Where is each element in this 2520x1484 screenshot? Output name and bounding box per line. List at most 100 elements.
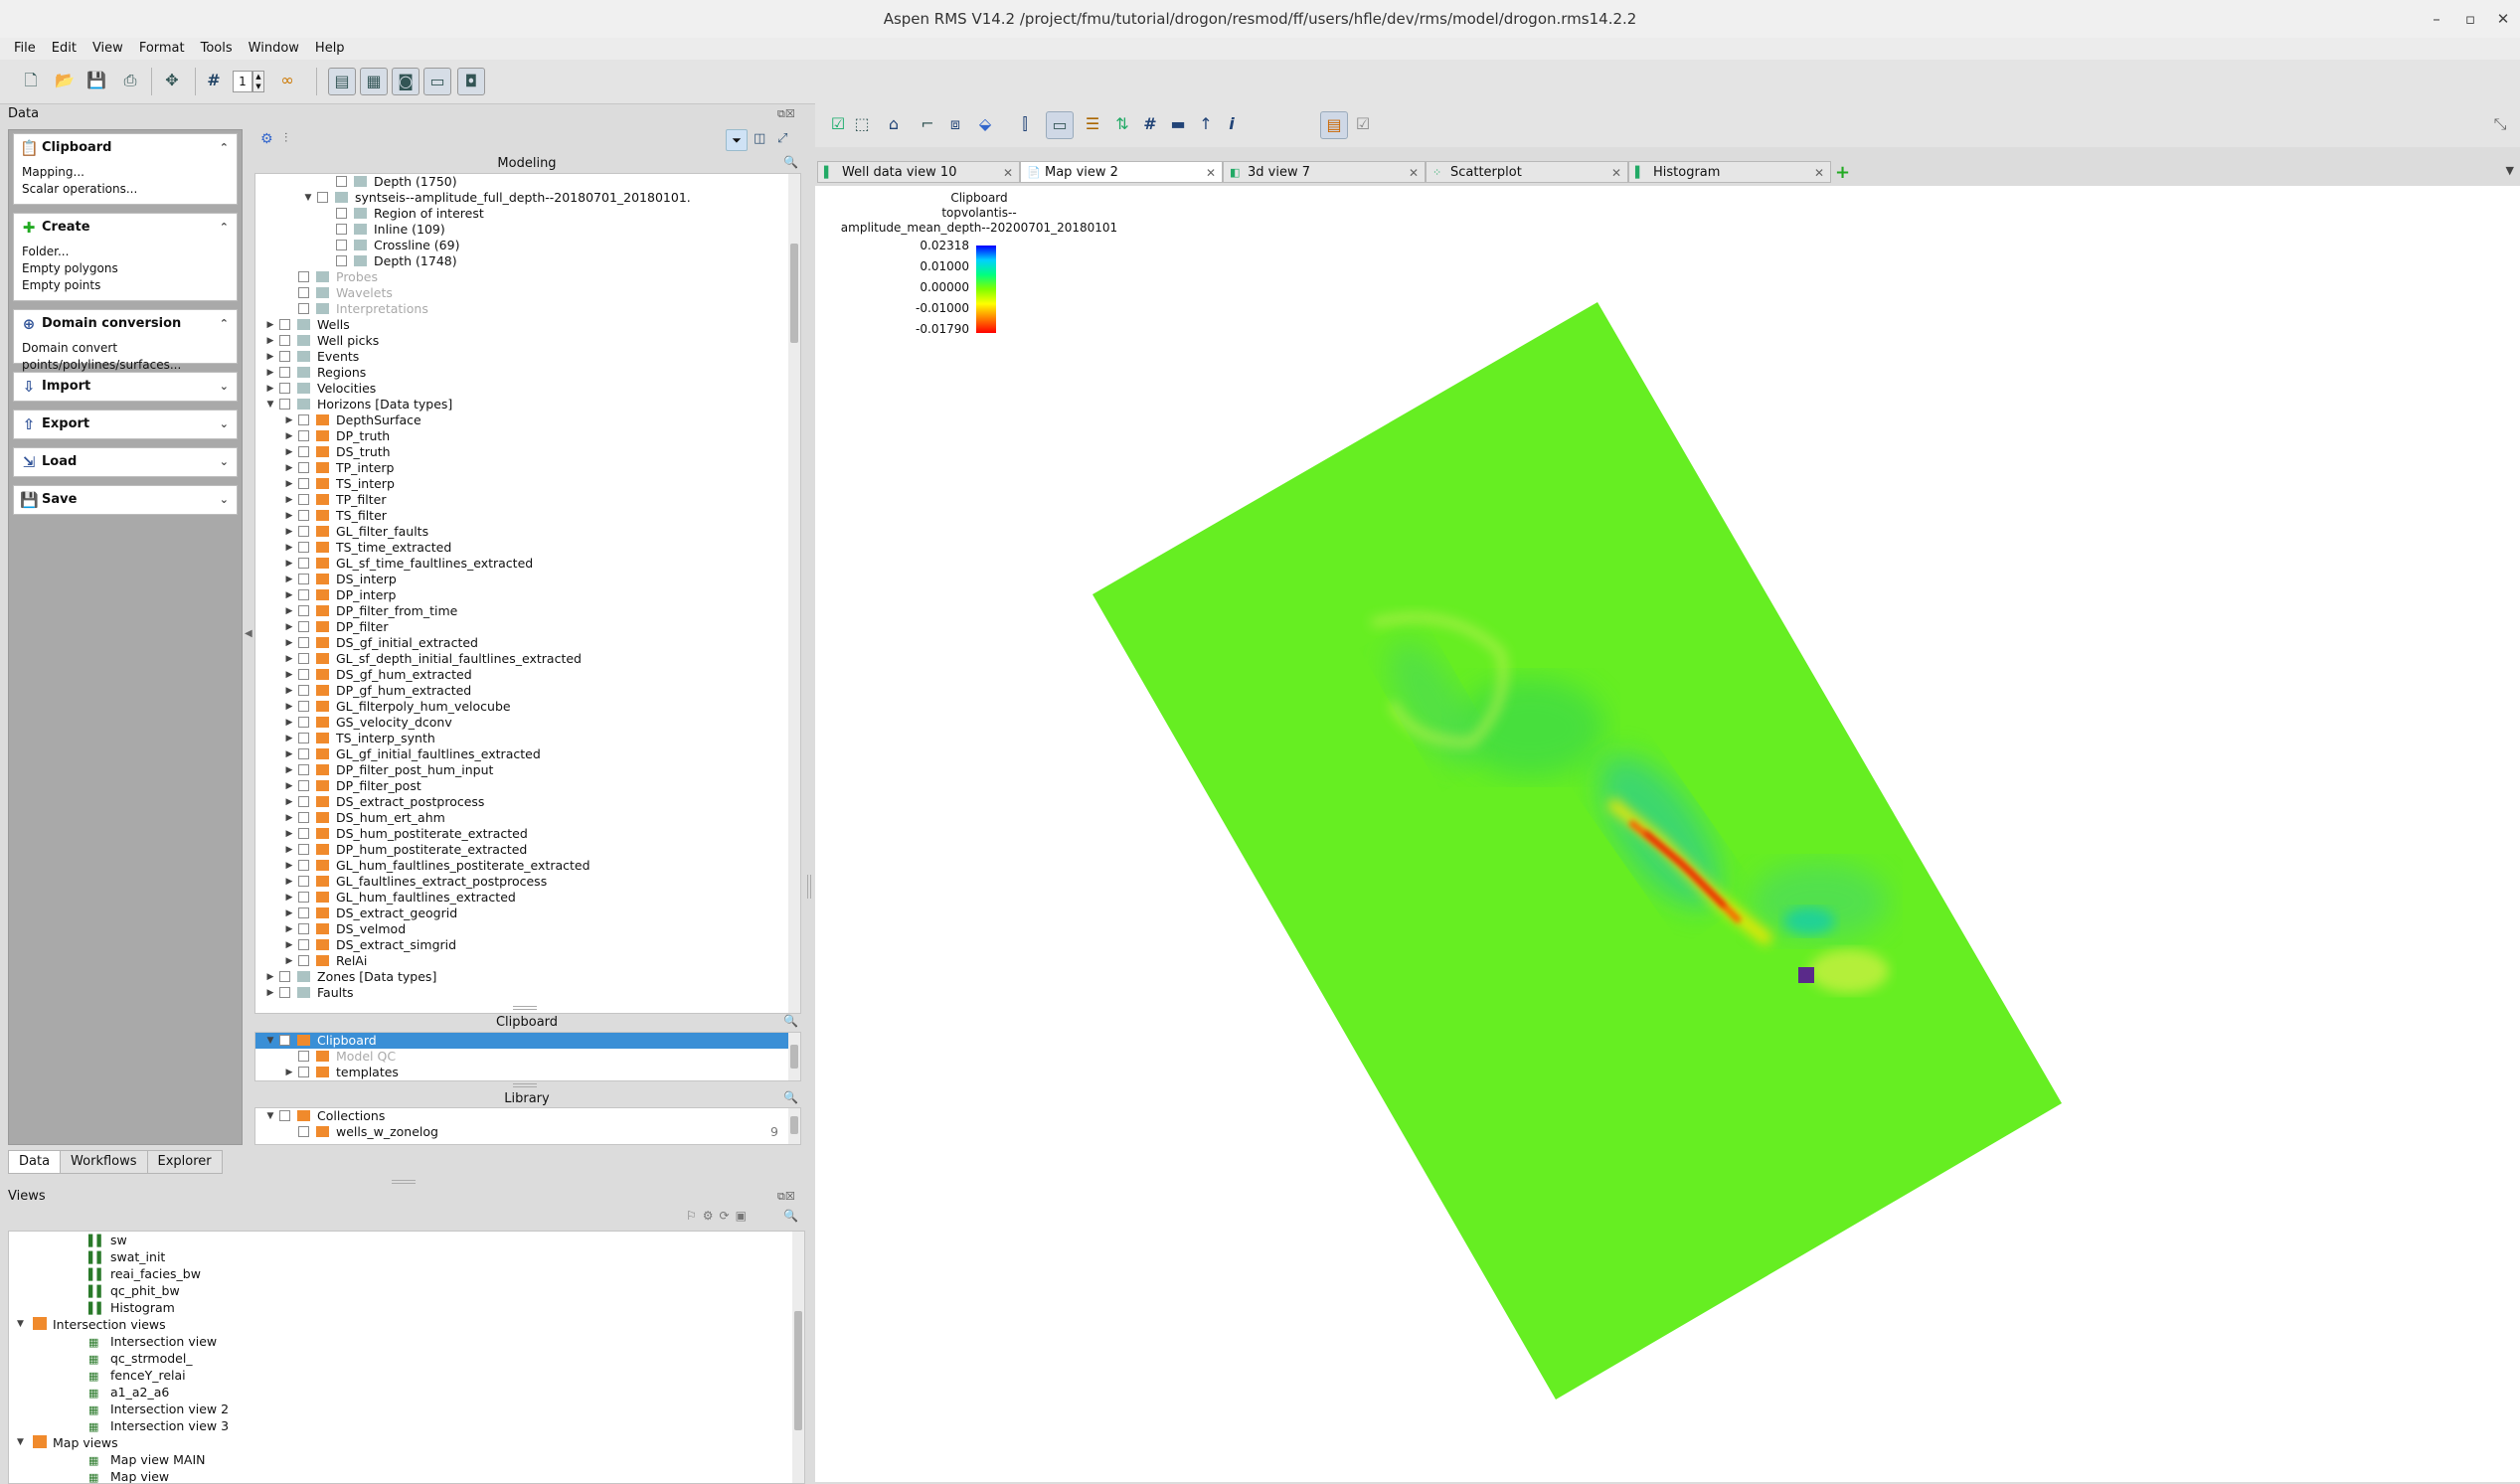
tree-row[interactable]: Model QC <box>255 1049 800 1065</box>
tree-row[interactable]: Wavelets <box>255 285 800 301</box>
visibility-checkbox[interactable] <box>298 303 309 314</box>
tree-row[interactable]: ▶ TS_filter <box>255 508 800 524</box>
view-row[interactable]: ▼ Map views <box>9 1434 804 1451</box>
expand-closed-icon[interactable]: ▶ <box>284 603 294 619</box>
visibility-checkbox[interactable] <box>298 939 309 950</box>
tree-row[interactable]: ▶ RelAi <box>255 953 800 969</box>
tree-row[interactable]: ▶ Faults <box>255 985 800 1001</box>
tree-row[interactable]: ▶ TP_interp <box>255 460 800 476</box>
window-layout-2-icon[interactable]: ▦ <box>360 68 388 95</box>
chevron-up-icon[interactable]: ⌃ <box>220 214 229 242</box>
zoom-region-icon[interactable]: ⬚ <box>849 111 875 137</box>
tree-row[interactable]: ▶ Wells <box>255 317 800 333</box>
task-header[interactable]: ⇩ Import ⌄ <box>14 373 237 401</box>
task-header[interactable]: 📋 Clipboard ⌃ <box>14 134 237 162</box>
visibility-checkbox[interactable] <box>298 907 309 918</box>
menu-file[interactable]: File <box>0 38 44 60</box>
view-row[interactable]: ▦ qc_strmodel_ <box>9 1350 804 1367</box>
visibility-checkbox[interactable] <box>298 542 309 553</box>
visibility-checkbox[interactable] <box>279 319 290 330</box>
tree-row[interactable]: ▶ DS_extract_geogrid <box>255 906 800 921</box>
task-header[interactable]: ⇲ Load ⌄ <box>14 448 237 476</box>
tree-row[interactable]: Region of interest <box>255 206 800 222</box>
expand-closed-icon[interactable]: ▶ <box>284 651 294 667</box>
expand-closed-icon[interactable]: ▶ <box>284 921 294 937</box>
save-file-icon[interactable]: 💾 <box>84 68 109 93</box>
window-layout-5-icon[interactable]: ◘ <box>457 68 485 95</box>
view-row[interactable]: ▦ a1_a2_a6 <box>9 1384 804 1401</box>
expand-open-icon[interactable]: ▼ <box>17 1434 24 1451</box>
view-row[interactable]: ▦ Intersection view 2 <box>9 1401 804 1417</box>
chevron-down-icon[interactable]: ⌄ <box>220 448 229 476</box>
scale-bar-icon[interactable]: ▬ <box>1165 111 1191 137</box>
tree-row[interactable]: ▶ GL_filter_faults <box>255 524 800 540</box>
view-row[interactable]: ▦ Map view MAIN <box>9 1451 804 1468</box>
expand-closed-icon[interactable]: ▶ <box>284 778 294 794</box>
tree-row[interactable]: ▶ GL_filterpoly_hum_velocube <box>255 699 800 715</box>
home-icon[interactable]: ⌂ <box>881 111 907 137</box>
tree-row[interactable]: ▶ DS_gf_initial_extracted <box>255 635 800 651</box>
expand-closed-icon[interactable]: ▶ <box>284 842 294 858</box>
frame-icon[interactable]: ⧈ <box>942 111 968 137</box>
view-row[interactable]: ▌▌ qc_phit_bw <box>9 1282 804 1299</box>
visibility-checkbox[interactable] <box>298 955 309 966</box>
chevron-down-icon[interactable]: ⌄ <box>220 486 229 514</box>
tree-row[interactable]: ▶ GS_velocity_dconv <box>255 715 800 731</box>
visibility-checkbox[interactable] <box>279 399 290 410</box>
task-action[interactable]: Scalar operations... <box>14 181 237 198</box>
clipboard-search-icon[interactable]: 🔍 <box>783 1014 798 1028</box>
print-icon[interactable]: ⎙ <box>117 68 143 93</box>
visibility-checkbox[interactable] <box>298 574 309 584</box>
close-tab-icon[interactable]: ✕ <box>1003 162 1013 184</box>
visibility-checkbox[interactable] <box>298 876 309 887</box>
visibility-checkbox[interactable] <box>298 1126 309 1137</box>
expand-closed-icon[interactable]: ▶ <box>284 937 294 953</box>
tree-row[interactable]: ▶ GL_gf_initial_faultlines_extracted <box>255 746 800 762</box>
task-action[interactable]: Mapping... <box>14 164 237 181</box>
tree-row[interactable]: ▶ Zones [Data types] <box>255 969 800 985</box>
task-action[interactable]: Empty points <box>14 277 237 294</box>
collapse-panel-icon[interactable]: ◀ <box>245 628 252 639</box>
tree-row[interactable]: ▶ GL_hum_faultlines_postiterate_extracted <box>255 858 800 874</box>
visibility-checkbox[interactable] <box>298 605 309 616</box>
view-row[interactable]: ▌▌ swat_init <box>9 1248 804 1265</box>
tree-row[interactable]: ▼ Horizons [Data types] <box>255 397 800 412</box>
expand-icon[interactable]: ⤢ <box>777 131 787 146</box>
tree-row[interactable]: wells_w_zonelog 9 <box>255 1124 800 1140</box>
chevron-down-icon[interactable]: ⌄ <box>220 373 229 401</box>
expand-open-icon[interactable]: ▼ <box>17 1316 24 1333</box>
visibility-checkbox[interactable] <box>336 255 347 266</box>
task-header[interactable]: 💾 Save ⌄ <box>14 486 237 514</box>
expand-closed-icon[interactable]: ▶ <box>265 349 275 365</box>
visibility-checkbox[interactable] <box>298 796 309 807</box>
tree-row[interactable]: ▶ DP_filter <box>255 619 800 635</box>
task-action[interactable]: Domain convert points/polylines/surfaces… <box>14 340 237 374</box>
expand-closed-icon[interactable]: ▶ <box>284 412 294 428</box>
visibility-checkbox[interactable] <box>279 367 290 378</box>
view-row[interactable]: ▌▌ Histogram <box>9 1299 804 1316</box>
new-file-icon[interactable]: 🗋 <box>18 68 44 93</box>
tree-row[interactable]: ▶ Regions <box>255 365 800 381</box>
expand-closed-icon[interactable]: ▶ <box>284 635 294 651</box>
maximize-icon[interactable]: ▫ <box>2459 8 2481 30</box>
tree-row[interactable]: ▶ DP_filter_from_time <box>255 603 800 619</box>
open-file-icon[interactable]: 📂 <box>52 68 78 93</box>
panel-float-icon[interactable]: ⧉☒ <box>777 107 795 121</box>
tree-row[interactable]: ▼ Collections <box>255 1108 800 1124</box>
tree-row[interactable]: ▶ TP_filter <box>255 492 800 508</box>
tree-row[interactable]: ▶ Velocities <box>255 381 800 397</box>
expand-closed-icon[interactable]: ▶ <box>284 794 294 810</box>
expand-closed-icon[interactable]: ▶ <box>284 460 294 476</box>
tree-row[interactable]: ▶ DP_hum_postiterate_extracted <box>255 842 800 858</box>
visibility-checkbox[interactable] <box>336 240 347 250</box>
visibility-checkbox[interactable] <box>298 828 309 839</box>
grid-hash-icon[interactable]: # <box>1137 111 1163 137</box>
expand-closed-icon[interactable]: ▶ <box>284 540 294 556</box>
visibility-checkbox[interactable] <box>317 192 328 203</box>
clipboard-scrollbar[interactable] <box>788 1033 800 1080</box>
visibility-checkbox[interactable] <box>298 892 309 903</box>
tabs-dropdown-icon[interactable]: ▼ <box>2506 164 2514 177</box>
tree-row[interactable]: ▶ DepthSurface <box>255 412 800 428</box>
color-legend-icon[interactable]: ▤ <box>1320 111 1348 139</box>
hash-icon[interactable]: # <box>201 68 227 93</box>
